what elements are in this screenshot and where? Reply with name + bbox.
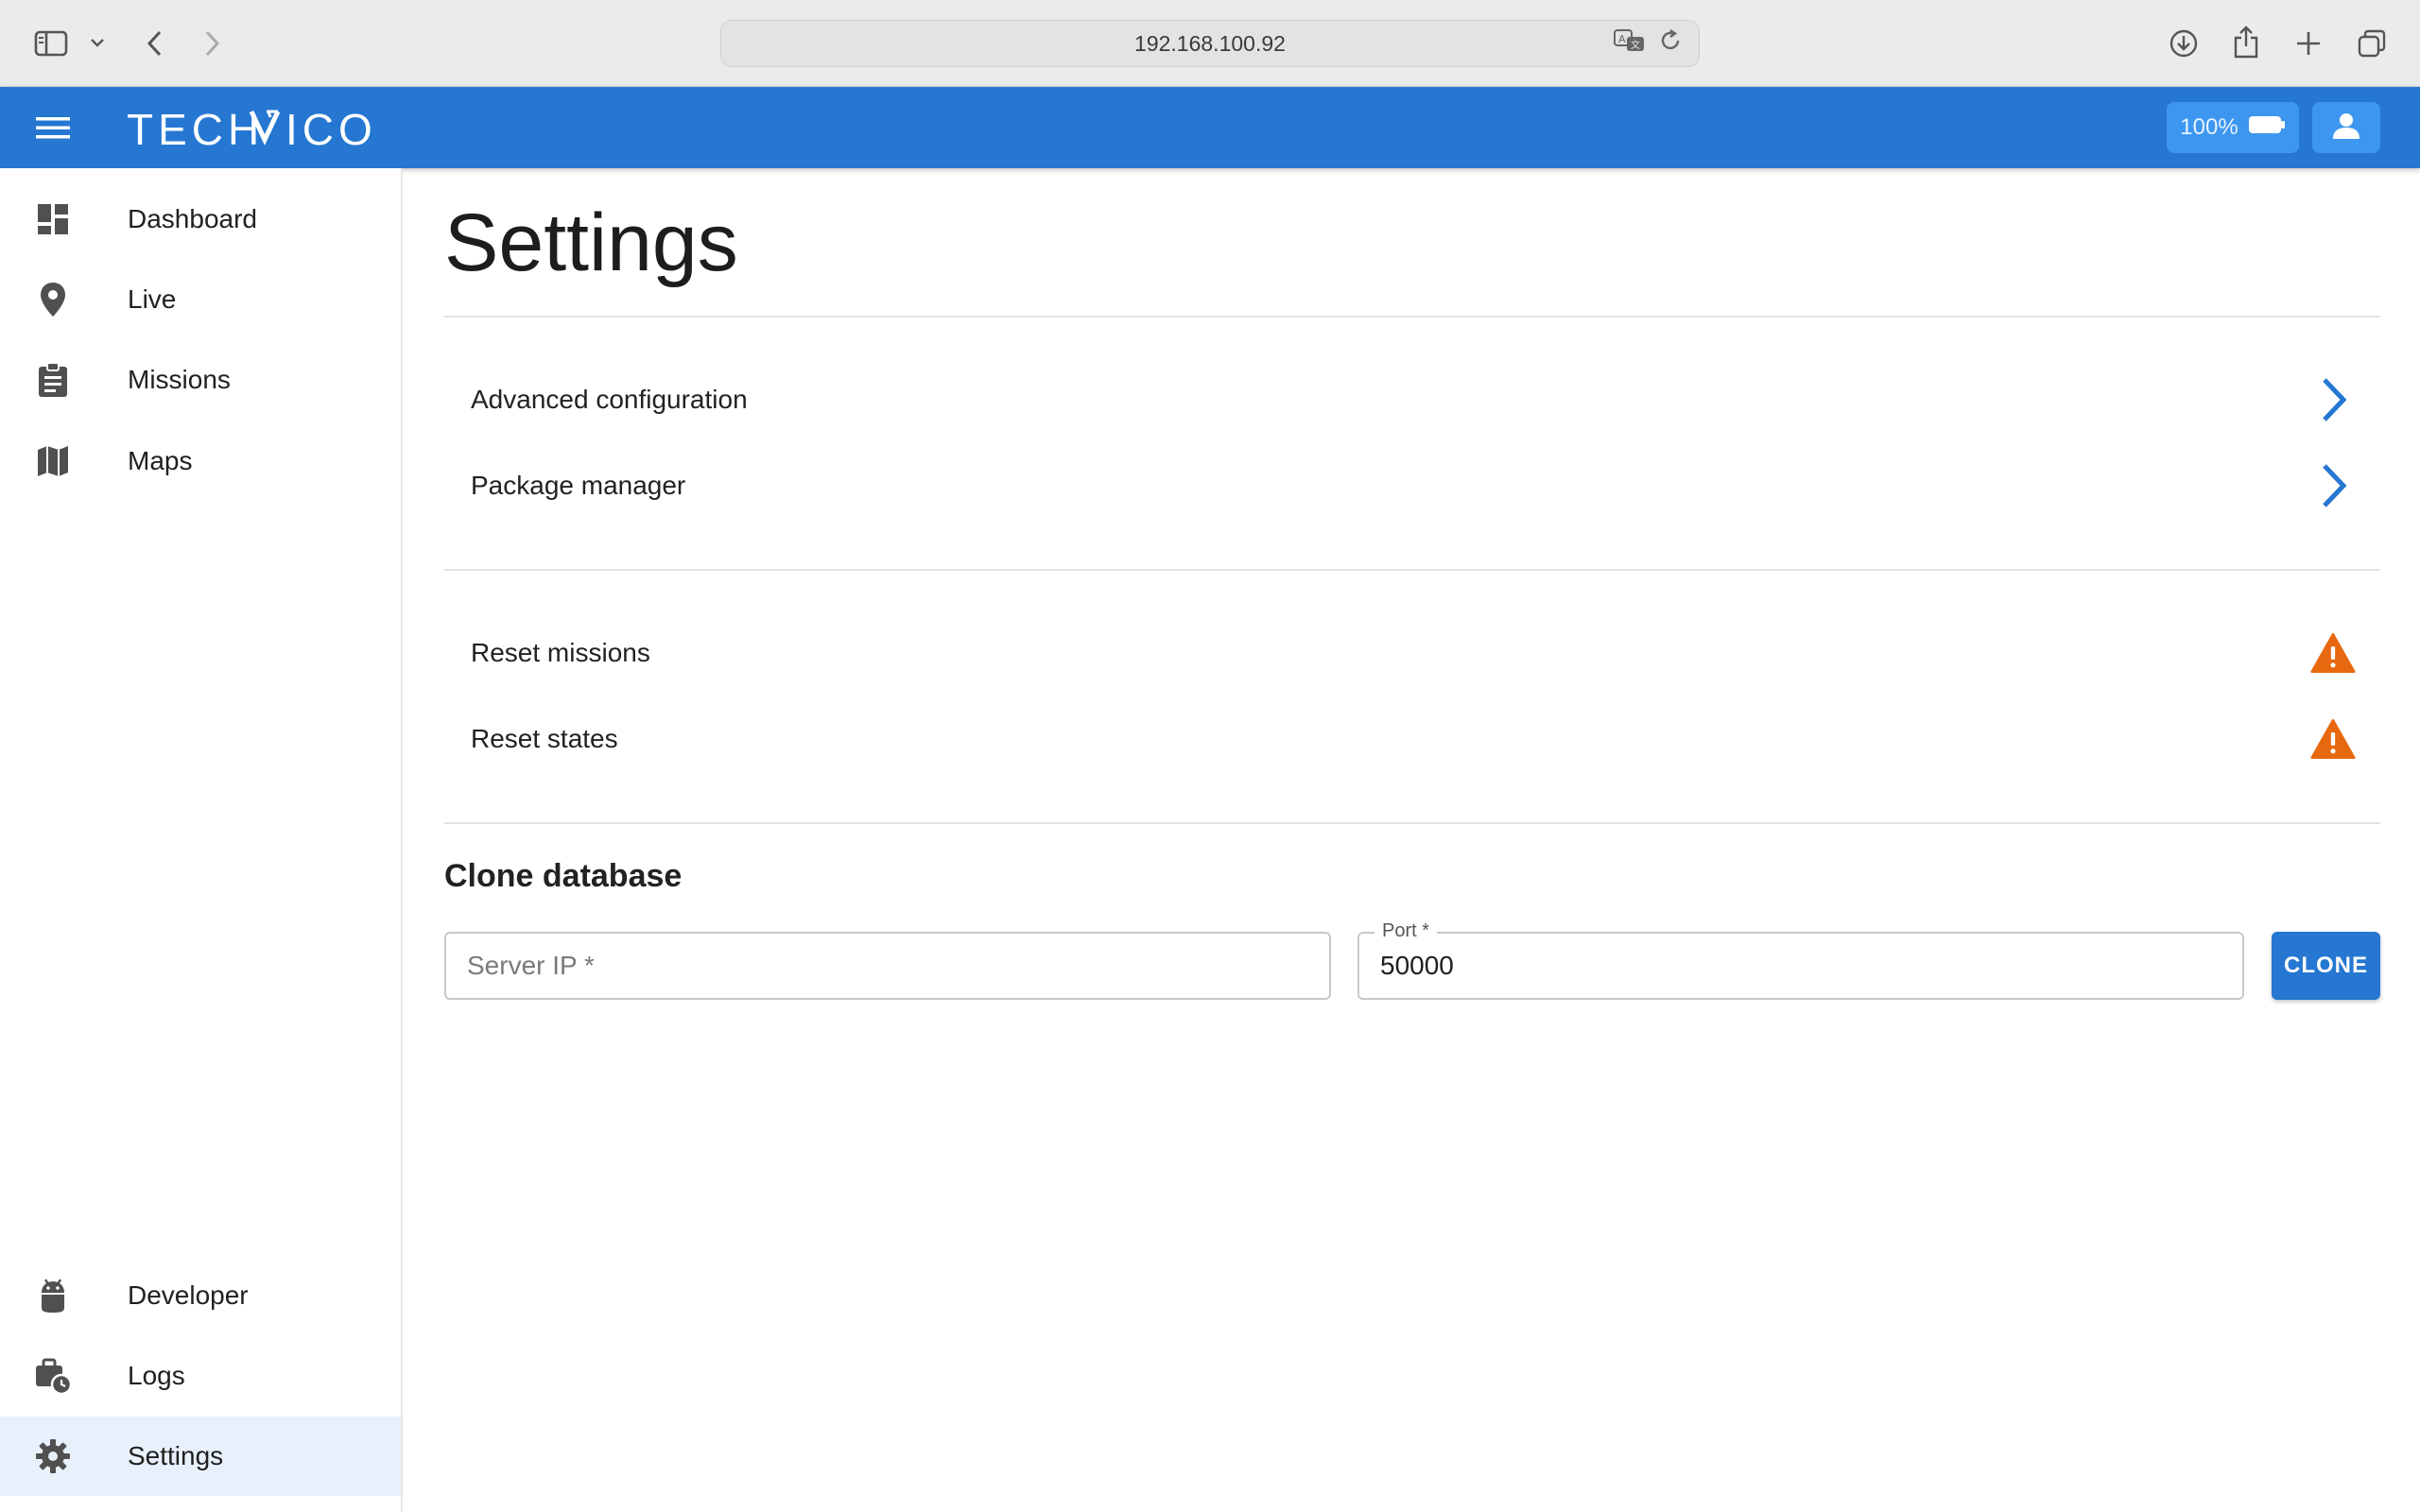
- page-title: Settings: [444, 198, 738, 288]
- svg-text:ICO: ICO: [285, 105, 377, 151]
- sidebar-item-label: Developer: [128, 1280, 249, 1310]
- row-reset-missions[interactable]: Reset missions: [444, 615, 2380, 691]
- server-ip-field: [444, 932, 1331, 1000]
- hamburger-menu-icon[interactable]: [28, 106, 78, 149]
- person-icon: [2331, 111, 2361, 146]
- sidebar-toggle-icon[interactable]: [32, 26, 70, 60]
- server-ip-input[interactable]: [446, 934, 1329, 998]
- address-bar[interactable]: 192.168.100.92 A文: [720, 20, 1700, 67]
- port-input[interactable]: [1359, 934, 2242, 998]
- sidebar-item-logs[interactable]: Logs: [0, 1336, 401, 1416]
- chevron-down-icon[interactable]: [87, 32, 108, 53]
- port-label: Port *: [1374, 920, 1438, 942]
- sidebar-item-label: Missions: [128, 365, 231, 394]
- sidebar-item-maps[interactable]: Maps: [0, 421, 401, 501]
- chevron-right-icon: [2310, 459, 2356, 512]
- divider: [444, 822, 2380, 824]
- translate-icon[interactable]: A文: [1614, 28, 1646, 59]
- warning-icon: [2310, 713, 2356, 765]
- user-account-button[interactable]: [2312, 102, 2380, 153]
- sidebar-item-label: Live: [128, 284, 177, 314]
- location-pin-icon: [34, 281, 72, 318]
- briefcase-clock-icon: [34, 1357, 72, 1395]
- clone-database-title: Clone database: [444, 858, 683, 894]
- techvico-logo: TECH ICO: [127, 102, 382, 153]
- sidebar-item-label: Settings: [128, 1441, 224, 1470]
- sidebar-item-missions[interactable]: Missions: [0, 340, 401, 420]
- clipboard-icon: [34, 361, 72, 399]
- row-label: Reset states: [471, 724, 618, 753]
- warning-icon: [2310, 627, 2356, 679]
- battery-status[interactable]: 100%: [2167, 102, 2299, 153]
- divider: [444, 316, 2380, 318]
- url-text: 192.168.100.92: [1134, 30, 1286, 56]
- svg-text:TECH: TECH: [127, 105, 264, 151]
- sidebar-item-live[interactable]: Live: [0, 260, 401, 339]
- chevron-right-icon: [2310, 373, 2356, 426]
- row-reset-states[interactable]: Reset states: [444, 701, 2380, 777]
- sidebar-item-label: Maps: [128, 446, 193, 475]
- sidebar-item-developer[interactable]: Developer: [0, 1256, 401, 1335]
- sidebar-item-settings[interactable]: Settings: [0, 1417, 401, 1496]
- row-label: Reset missions: [471, 638, 650, 667]
- share-icon[interactable]: [2229, 23, 2263, 62]
- row-advanced-configuration[interactable]: Advanced configuration: [444, 362, 2380, 438]
- clone-button[interactable]: CLONE: [2272, 932, 2380, 1000]
- reload-icon[interactable]: [1659, 28, 1682, 59]
- android-icon: [34, 1277, 72, 1314]
- tab-overview-icon[interactable]: [2354, 25, 2390, 62]
- sidebar: Dashboard Live Missions Maps Developer L…: [0, 168, 403, 1512]
- divider: [444, 569, 2380, 571]
- sidebar-item-label: Logs: [128, 1361, 185, 1390]
- row-label: Package manager: [471, 471, 686, 500]
- back-icon[interactable]: [140, 25, 168, 62]
- new-tab-icon[interactable]: [2291, 25, 2325, 62]
- battery-percentage: 100%: [2180, 114, 2238, 140]
- sidebar-item-dashboard[interactable]: Dashboard: [0, 180, 401, 259]
- forward-icon[interactable]: [199, 25, 227, 62]
- dashboard-icon: [34, 200, 72, 238]
- browser-toolbar: 192.168.100.92 A文: [0, 0, 2420, 87]
- row-label: Advanced configuration: [471, 385, 748, 414]
- download-icon[interactable]: [2167, 25, 2201, 62]
- gear-icon: [34, 1437, 72, 1475]
- map-icon: [34, 442, 72, 480]
- sidebar-item-label: Dashboard: [128, 204, 257, 233]
- battery-icon: [2248, 114, 2286, 142]
- svg-text:文: 文: [1631, 39, 1640, 51]
- svg-text:A: A: [1618, 33, 1626, 45]
- app-header: TECH ICO 100%: [0, 87, 2420, 168]
- row-package-manager[interactable]: Package manager: [444, 448, 2380, 524]
- port-field: Port *: [1357, 920, 2244, 1000]
- logo-graphic: TECH ICO: [127, 105, 377, 151]
